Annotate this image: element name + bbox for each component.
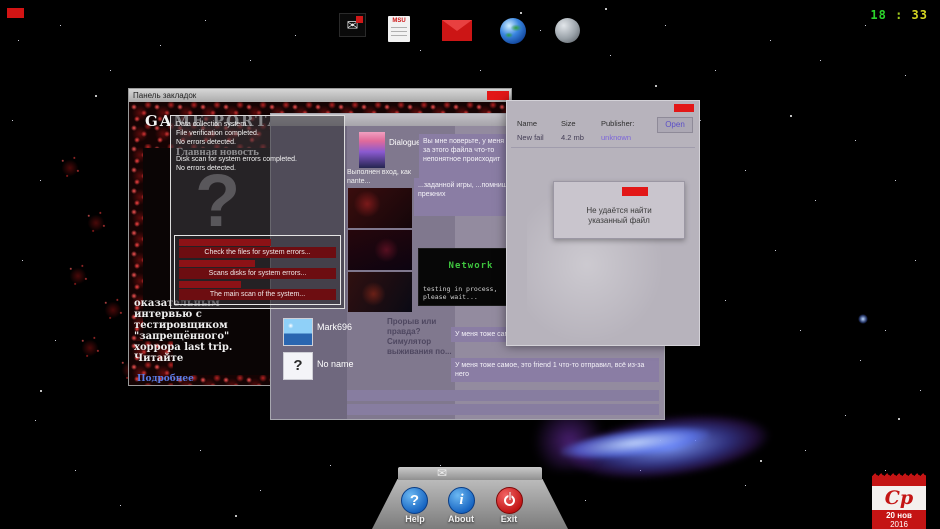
file-publisher: unknown <box>601 133 631 142</box>
about-button[interactable]: i <box>448 487 475 514</box>
doc-text-line <box>391 27 407 28</box>
help-label: Help <box>398 514 432 524</box>
gray-sphere-icon[interactable] <box>555 18 580 43</box>
question-avatar: ? <box>283 352 313 380</box>
msu-document-icon[interactable]: MSU <box>388 16 410 42</box>
globe-icon[interactable] <box>500 18 526 44</box>
progress-bar <box>179 239 271 246</box>
game-thumbnail[interactable] <box>348 230 412 270</box>
column-header-publisher: Publisher: <box>601 119 634 128</box>
file-size: 4.2 mb <box>561 133 584 142</box>
column-header-name: Name <box>517 119 537 128</box>
chat-bubble: У меня тоже самое, это friend 1 что-то о… <box>451 358 659 382</box>
question-icon: ? <box>410 492 419 509</box>
game-thumbnail[interactable] <box>348 272 412 312</box>
scanner-log-line: No errors detected. <box>176 138 344 147</box>
error-close-button[interactable] <box>622 187 648 196</box>
clock: 18 : 33 <box>870 8 928 22</box>
calendar-footer: 20 нов 2016 <box>872 510 926 529</box>
chat-bubble: ...заданной игры, ...помнишь прежних <box>414 178 520 216</box>
empty-message-row <box>347 390 659 401</box>
info-icon: i <box>459 492 463 509</box>
scanner-buttons-panel: Check the files for system errors... Sca… <box>174 235 341 305</box>
file-dialog-window: Name Size Publisher: Open New fail 4.2 m… <box>506 100 700 346</box>
column-header-size: Size <box>561 119 576 128</box>
calendar-widget: Ср 20 нов 2016 <box>872 473 926 529</box>
progress-bar <box>179 260 255 267</box>
sunset-thumbnail[interactable] <box>359 132 385 168</box>
calendar-body: Ср <box>872 486 926 510</box>
browser-close-button[interactable] <box>487 91 509 100</box>
file-name[interactable]: New fail <box>517 133 544 142</box>
red-marker-button[interactable] <box>7 8 24 18</box>
clock-minutes: 33 <box>912 8 928 22</box>
red-envelope-icon[interactable] <box>442 20 472 41</box>
envelope-flap <box>442 20 472 31</box>
red-flower-decor <box>78 205 114 241</box>
question-watermark: ? <box>195 158 240 243</box>
scan-disks-button[interactable]: Scans disks for system errors... <box>179 268 336 279</box>
login-status: Выполнен вход, как nante... <box>347 168 417 186</box>
mail-notification-dot <box>356 16 363 23</box>
browser-title: Панель закладок <box>129 89 511 102</box>
file-dialog-close-button[interactable] <box>674 104 694 112</box>
terminal-status: testing in process, please wait... <box>423 285 515 301</box>
error-message-box: Не удаётся найти указанный файл <box>553 181 685 239</box>
power-icon <box>504 495 515 506</box>
progress-bar <box>179 281 241 288</box>
help-button[interactable]: ? <box>401 487 428 514</box>
check-files-button[interactable]: Check the files for system errors... <box>179 247 336 258</box>
doc-text-line <box>391 31 407 32</box>
calendar-torn-edge <box>872 473 926 481</box>
browser-titlebar[interactable]: Панель закладок <box>129 89 511 102</box>
calendar-weekday: Ср <box>885 487 913 509</box>
empty-message-row <box>347 404 659 415</box>
calendar-date: 20 нов <box>872 510 926 520</box>
exit-label: Exit <box>492 514 526 524</box>
game-thumbnail[interactable] <box>348 188 412 228</box>
exit-button[interactable] <box>496 487 523 514</box>
photo-avatar <box>283 318 313 346</box>
about-label: About <box>444 514 478 524</box>
game-desktop: 18 : 33 ✉ MSU Панель закладок GAME PORTA… <box>0 0 940 529</box>
clock-hours: 18 <box>870 8 886 22</box>
red-flower-decor <box>52 150 88 186</box>
divider <box>511 147 695 148</box>
open-button[interactable]: Open <box>657 117 693 133</box>
red-flower-decor <box>95 292 131 328</box>
dock-ledge: ✉ <box>398 467 542 480</box>
scanner-window: Data collection system... File verificat… <box>170 115 345 309</box>
doc-text-line <box>391 35 407 36</box>
site-more-link[interactable]: Подробнее <box>137 374 194 384</box>
red-flower-decor <box>72 330 108 366</box>
scanner-log-line: File verification completed. <box>176 129 344 138</box>
msu-label: MSU <box>388 18 410 24</box>
power-icon-bar <box>508 492 511 500</box>
calendar-year: 2016 <box>872 520 926 529</box>
contact-name[interactable]: Mark696 <box>317 322 352 332</box>
bright-stars <box>0 0 2 2</box>
mail-tray-icon[interactable]: ✉ <box>339 13 366 37</box>
clock-separator: : <box>895 8 903 22</box>
main-scan-button[interactable]: The main scan of the system... <box>179 289 336 300</box>
ledge-envelope-icon: ✉ <box>437 466 447 480</box>
red-flower-decor <box>60 258 96 294</box>
scanner-log-line: Data collection system... <box>176 120 344 129</box>
contact-name[interactable]: No name <box>317 359 354 369</box>
blue-star-glow <box>858 314 868 324</box>
error-text: Не удаётся найти указанный файл <box>554 206 684 226</box>
